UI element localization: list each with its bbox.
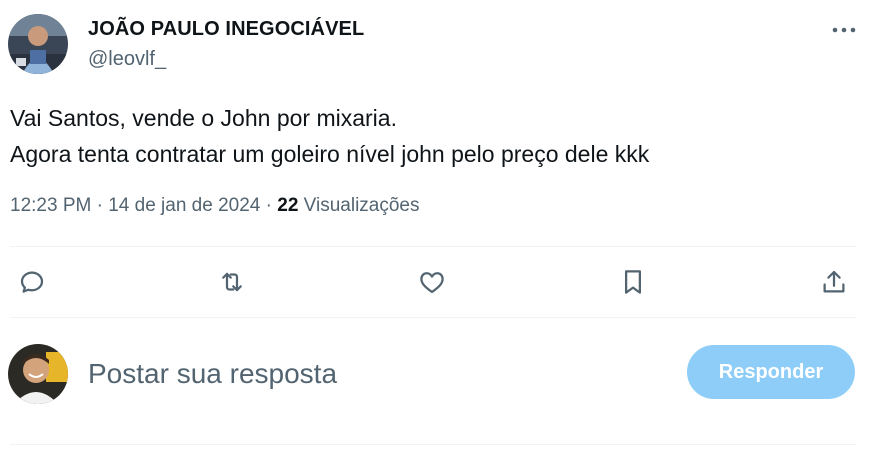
share-icon [823,270,845,293]
reply-input[interactable] [88,352,648,396]
reply-submit-button[interactable]: Responder [687,345,855,399]
author-display-name[interactable]: JOÃO PAULO INEGOCIÁVEL [88,18,364,41]
divider [10,246,856,247]
retweet-button[interactable] [212,262,252,302]
views-count: 22 [277,195,299,216]
author-avatar[interactable] [8,14,68,74]
author-avatar-image [8,14,68,74]
more-icon [832,27,856,33]
divider [10,317,856,318]
user-avatar-image [8,344,68,404]
tweet-text: Vai Santos, vende o John por mixaria. Ag… [10,105,650,167]
user-avatar[interactable] [8,344,68,404]
reply-icon [20,271,44,293]
divider [10,444,856,445]
bookmark-icon [625,270,641,294]
bookmark-button[interactable] [613,262,653,302]
reply-button[interactable] [12,262,52,302]
tweet-date[interactable]: 14 de jan de 2024 [108,195,260,216]
retweet-icon [222,272,242,292]
like-button[interactable] [412,262,452,302]
share-button[interactable] [814,262,854,302]
tweet-meta: 12:23 PM · 14 de jan de 2024 · 22 Visual… [10,195,420,217]
more-options-button[interactable] [826,16,862,44]
tweet-time[interactable]: 12:23 PM [10,195,91,216]
like-icon [420,272,444,294]
author-handle[interactable]: @leovlf_ [88,48,166,71]
tweet-detail: JOÃO PAULO INEGOCIÁVEL @leovlf_ Vai Sant… [0,0,886,454]
meta-separator: · [96,195,103,216]
meta-separator: · [265,195,272,216]
views-label: Visualizações [303,195,420,216]
